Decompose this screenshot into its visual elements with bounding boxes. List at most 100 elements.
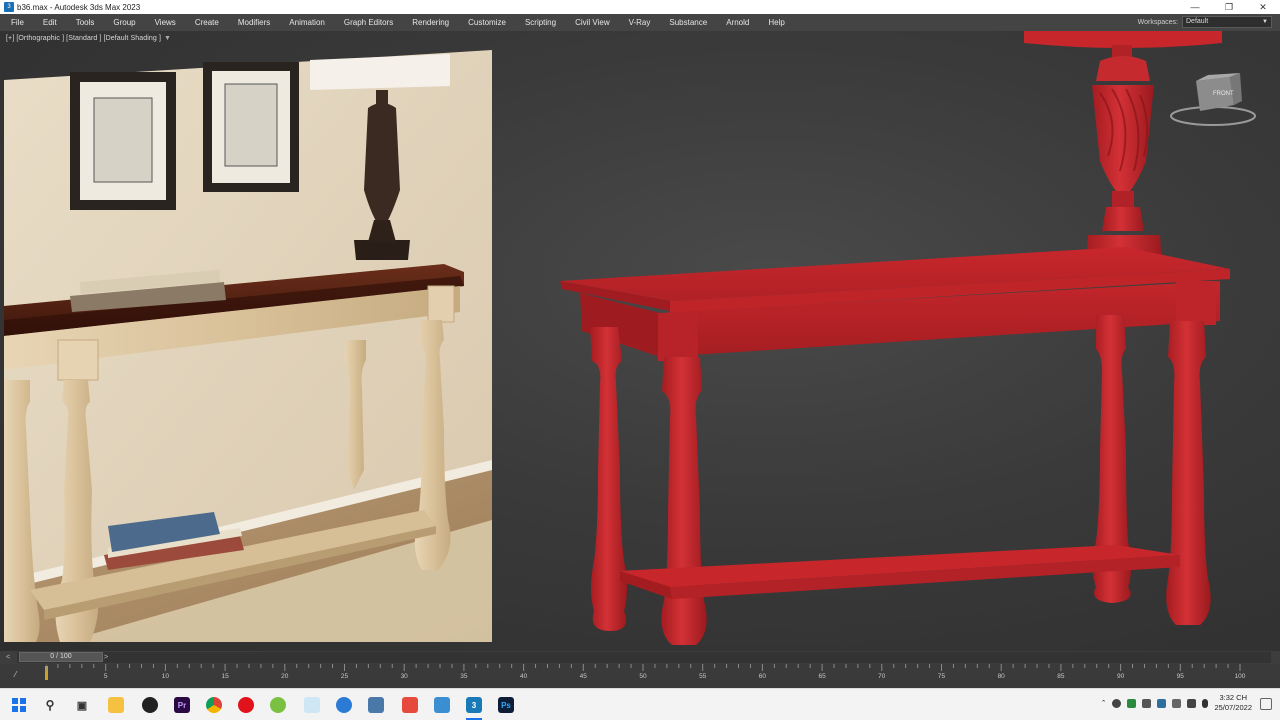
notification-icon[interactable] (1260, 698, 1272, 710)
search-icon[interactable]: ⚲ (42, 697, 58, 713)
menu-customize[interactable]: Customize (457, 14, 514, 31)
premiere-icon[interactable]: Pr (174, 697, 190, 713)
photoshop-icon[interactable]: Ps (498, 697, 514, 713)
task-view-icon[interactable]: ▣ (74, 697, 90, 713)
trackbar-frame-label: 20 (281, 673, 289, 680)
menu-views[interactable]: Views (144, 14, 184, 31)
clock-time: 3:32 CH (1219, 693, 1247, 702)
workspaces-label: Workspaces: (1137, 18, 1178, 26)
time-slider-prev[interactable]: < (6, 652, 10, 663)
restore-icon[interactable]: ❐ (1212, 0, 1246, 14)
track-bar[interactable]: ⁄ 5 10 15 20 25 30 35 40 45 50 55 60 65 70 75 80 85 90 95 1… (0, 664, 1280, 688)
trackbar-frame-label: 100 (1234, 673, 1246, 680)
obs-tray-icon[interactable] (1127, 698, 1137, 708)
trackbar-frame-label: 80 (997, 673, 1005, 680)
time-slider[interactable]: < 0 / 100 > (0, 651, 1280, 664)
volume-icon[interactable] (1187, 698, 1197, 708)
trackbar-frame-label: 30 (400, 673, 408, 680)
photoshop-label: Ps (501, 700, 511, 710)
time-slider-next[interactable]: > (104, 652, 108, 663)
menu-help[interactable]: Help (757, 14, 792, 31)
menu-bar: File Edit Tools Group Views Create Modif… (0, 14, 1280, 31)
trackbar-frame-label: 65 (818, 673, 826, 680)
trackbar-frame-label: 60 (758, 673, 767, 680)
menu-rendering[interactable]: Rendering (401, 14, 457, 31)
calculator-icon[interactable] (368, 697, 384, 713)
window-title: b36.max - Autodesk 3ds Max 2023 (17, 2, 141, 12)
trackbar-frame-label: 15 (221, 673, 229, 680)
trackbar-frame-label: 90 (1116, 673, 1125, 680)
opera-icon[interactable] (238, 697, 254, 713)
menu-group[interactable]: Group (102, 14, 143, 31)
workspaces-value: Default (1186, 18, 1209, 25)
max-label: 3 (471, 700, 477, 710)
network-icon[interactable] (1142, 698, 1152, 708)
time-slider-thumb[interactable]: 0 / 100 (19, 652, 103, 662)
trackbar-frame-label: 70 (878, 673, 886, 680)
chrome-icon[interactable] (206, 697, 222, 713)
workspaces-dropdown[interactable]: Default ▼ (1182, 16, 1272, 28)
bluetooth-icon[interactable] (1112, 698, 1122, 708)
time-slider-track[interactable] (17, 652, 1271, 663)
system-tray: ⌃ 3:32 CH 25/07/2022 (1101, 693, 1252, 713)
microphone-icon[interactable] (1202, 698, 1209, 708)
reference-image-plane (4, 50, 492, 642)
windows-taskbar: ⚲ ▣ Pr 3 Ps ⌃ 3:32 CH 25/07/2022 (0, 688, 1280, 720)
tray-chevron-icon[interactable]: ⌃ (1101, 699, 1107, 707)
app-window: 3 b36.max - Autodesk 3ds Max 2023 — ❐ ✕ … (0, 0, 1280, 720)
clock[interactable]: 3:32 CH 25/07/2022 (1214, 693, 1252, 713)
menu-arnold[interactable]: Arnold (715, 14, 757, 31)
menu-file[interactable]: File (0, 14, 32, 31)
trackbar-frame-label: 35 (460, 673, 468, 680)
trackbar-frame-label: 25 (340, 673, 349, 680)
viewcube-front-label: FRONT (1213, 91, 1234, 97)
3ds-max-app-icon[interactable]: 3 (4, 2, 14, 12)
trackbar-frame-label: 40 (519, 673, 528, 680)
photos-icon[interactable] (434, 697, 450, 713)
greenshot-icon[interactable] (270, 697, 286, 713)
trackbar-frame-label: 45 (579, 673, 587, 680)
menu-animation[interactable]: Animation (278, 14, 333, 31)
reference-photo-drawing (4, 50, 492, 642)
menu-edit[interactable]: Edit (32, 14, 65, 31)
trackbar-frame-label: 10 (161, 673, 170, 680)
menu-modifiers[interactable]: Modifiers (227, 14, 278, 31)
3dsmax-icon[interactable]: 3 (466, 697, 482, 713)
menu-scripting[interactable]: Scripting (514, 14, 564, 31)
workspaces-selector: Workspaces: Default ▼ (1138, 16, 1272, 28)
trackbar-frame-label: 50 (639, 673, 647, 680)
window-controls: — ❐ ✕ (1178, 0, 1280, 14)
edge-icon[interactable] (336, 697, 352, 713)
model-drawing (560, 31, 1230, 645)
minimize-icon[interactable]: — (1178, 0, 1212, 14)
trackbar-frame-label: 95 (1176, 673, 1184, 680)
cloud-icon[interactable] (1172, 698, 1182, 708)
menu-civil-view[interactable]: Civil View (564, 14, 618, 31)
trackbar-frame-label: 75 (937, 673, 946, 680)
menu-tools[interactable]: Tools (65, 14, 103, 31)
app-tray-icon[interactable] (1157, 698, 1167, 708)
red-console-table-model[interactable] (540, 31, 1260, 651)
clock-date: 25/07/2022 (1214, 703, 1252, 712)
trackbar-frame-label: 55 (699, 673, 707, 680)
notepad-icon[interactable] (304, 697, 320, 713)
anydesk-icon[interactable] (402, 697, 418, 713)
trackbar-frame-label: 85 (1057, 673, 1065, 680)
obs-icon[interactable] (142, 697, 158, 713)
title-bar: 3 b36.max - Autodesk 3ds Max 2023 — ❐ ✕ (0, 0, 1280, 14)
close-icon[interactable]: ✕ (1246, 0, 1280, 14)
orthographic-viewport[interactable]: [+] [Orthographic ] [Standard ] [Default… (0, 31, 1280, 651)
menu-substance[interactable]: Substance (658, 14, 715, 31)
filter-icon[interactable]: ▼ (164, 35, 171, 42)
menu-graph-editors[interactable]: Graph Editors (333, 14, 401, 31)
chevron-down-icon: ▼ (1262, 19, 1268, 25)
menu-create[interactable]: Create (184, 14, 227, 31)
viewcube-icon (1170, 73, 1256, 126)
current-frame: 0 / 100 (50, 653, 72, 660)
menu-vray[interactable]: V-Ray (618, 14, 659, 31)
viewport-label[interactable]: [+] [Orthographic ] [Standard ] [Default… (6, 35, 171, 42)
file-explorer-icon[interactable] (108, 697, 124, 713)
viewcube[interactable]: FRONT (1168, 73, 1258, 129)
windows-start-icon[interactable] (11, 697, 27, 713)
key-filter-icon[interactable]: ⁄ (15, 670, 16, 679)
